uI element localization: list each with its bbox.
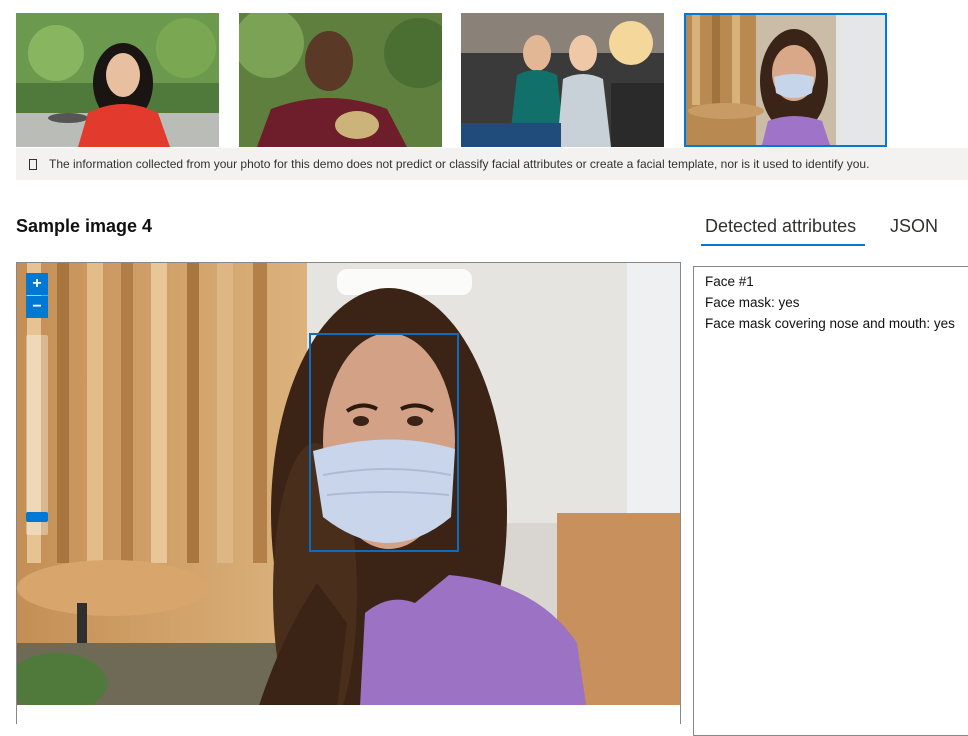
zoom-slider-track[interactable] xyxy=(26,335,48,535)
result-face-label: Face #1 xyxy=(705,274,754,289)
tab-json[interactable]: JSON xyxy=(890,216,938,237)
privacy-notice: The information collected from your phot… xyxy=(16,148,968,180)
active-tab-indicator xyxy=(701,244,865,246)
thumbnail-sample-1[interactable] xyxy=(16,13,219,147)
face-bounding-box xyxy=(309,333,459,552)
zoom-slider-handle[interactable] xyxy=(26,511,48,522)
thumbnail-sample-4[interactable] xyxy=(684,13,887,147)
privacy-notice-text: The information collected from your phot… xyxy=(49,157,870,171)
detected-attributes-panel: Face #1 Face mask: yes Face mask coverin… xyxy=(693,266,968,736)
tab-detected-attributes[interactable]: Detected attributes xyxy=(705,216,856,237)
thumbnail-sample-2[interactable] xyxy=(239,13,442,147)
result-face-mask: Face mask: yes xyxy=(705,295,800,310)
zoom-out-button[interactable]: − xyxy=(26,296,48,318)
info-icon xyxy=(29,158,37,170)
image-viewer[interactable]: + − xyxy=(16,262,681,724)
thumbnail-sample-3[interactable] xyxy=(461,13,664,147)
result-mask-coverage: Face mask covering nose and mouth: yes xyxy=(705,316,955,331)
zoom-in-button[interactable]: + xyxy=(26,273,48,295)
viewer-footer xyxy=(17,705,680,724)
page-title: Sample image 4 xyxy=(16,216,153,236)
